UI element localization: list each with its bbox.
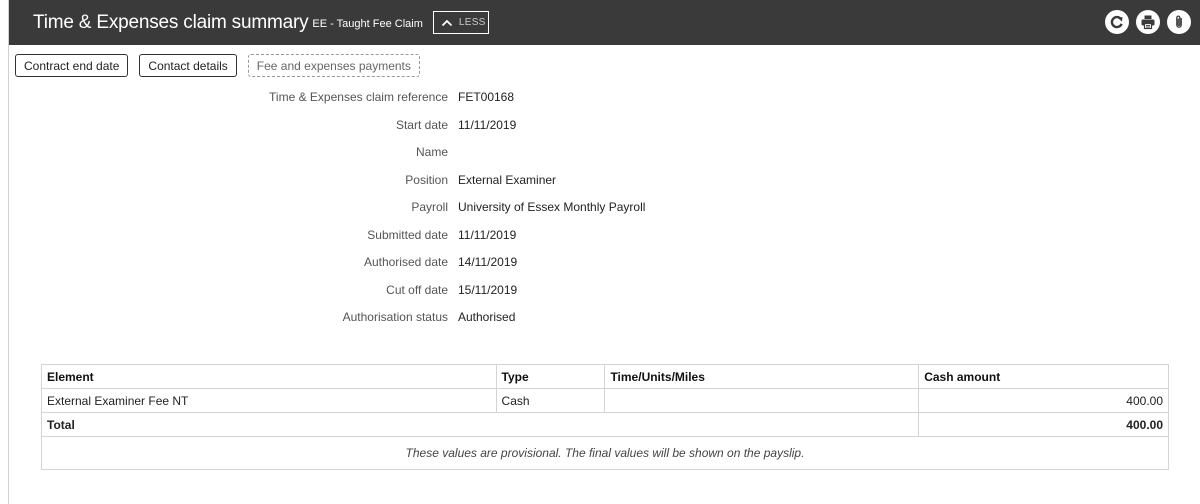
detail-row-cut-off-date: Cut off date 15/11/2019 <box>9 283 909 311</box>
header-actions <box>1105 10 1191 34</box>
detail-value: 11/11/2019 <box>458 227 517 242</box>
claim-summary-panel: Time & Expenses claim summary EE - Taugh… <box>8 0 1200 504</box>
detail-value: 11/11/2019 <box>458 117 517 132</box>
detail-value: External Examiner <box>458 172 557 187</box>
claim-details: Time & Expenses claim reference FET00168… <box>9 90 909 338</box>
less-label: LESS <box>458 17 486 28</box>
column-header-cash-amount: Cash amount <box>918 364 1169 389</box>
chevron-up-icon <box>441 19 453 26</box>
panel-header: Time & Expenses claim summary EE - Taugh… <box>9 0 1200 45</box>
detail-label: Cut off date <box>386 282 448 297</box>
detail-label: Submitted date <box>367 227 448 242</box>
detail-label: Authorisation status <box>342 310 448 324</box>
detail-row-submitted-date: Submitted date 11/11/2019 <box>9 228 909 256</box>
detail-value: FET00168 <box>458 90 515 104</box>
detail-row-payroll: Payroll University of Essex Monthly Payr… <box>9 200 909 228</box>
cell-units <box>604 388 920 413</box>
tab-fee-and-expenses-payments[interactable]: Fee and expenses payments <box>247 54 420 77</box>
attachment-icon[interactable] <box>1167 10 1191 34</box>
cell-element: External Examiner Fee NT <box>41 388 497 413</box>
less-toggle-button[interactable]: LESS <box>432 11 489 34</box>
column-header-element: Element <box>41 364 497 389</box>
detail-label: Position <box>405 172 448 187</box>
detail-row-authorised-date: Authorised date 14/11/2019 <box>9 255 909 283</box>
table-row: External Examiner Fee NT Cash 400.00 <box>41 388 1169 413</box>
refresh-icon[interactable] <box>1105 10 1129 34</box>
table-header-row: Element Type Time/Units/Miles Cash amoun… <box>41 364 1169 389</box>
total-row: Total 400.00 <box>40 412 1169 437</box>
detail-label: Name <box>415 145 448 159</box>
detail-value: University of Essex Monthly Payroll <box>458 200 646 214</box>
provisional-note: These values are provisional. The final … <box>41 436 1169 470</box>
tab-contact-details[interactable]: Contact details <box>139 54 237 77</box>
detail-label: Payroll <box>411 200 448 214</box>
detail-label: Authorised date <box>363 255 448 269</box>
detail-label: Start date <box>395 117 448 132</box>
detail-value: 15/11/2019 <box>458 282 518 297</box>
claim-elements-table: Element Type Time/Units/Miles Cash amoun… <box>40 364 1169 470</box>
column-header-type: Type <box>495 364 606 389</box>
total-value: 400.00 <box>918 412 1169 437</box>
detail-row-authorisation-status: Authorisation status Authorised <box>9 310 909 338</box>
page-title: Time & Expenses claim summary <box>33 11 309 33</box>
detail-value: 14/11/2019 <box>458 255 518 269</box>
cell-cash-amount: 400.00 <box>918 388 1169 413</box>
detail-row-position: Position External Examiner <box>9 173 909 201</box>
detail-label: Time & Expenses claim reference <box>269 90 448 104</box>
detail-row-claim-reference: Time & Expenses claim reference FET00168 <box>9 90 909 118</box>
total-label: Total <box>40 412 920 437</box>
detail-row-start-date: Start date 11/11/2019 <box>9 118 909 146</box>
section-tabs: Contract end date Contact details Fee an… <box>15 54 420 77</box>
print-icon[interactable] <box>1136 10 1160 34</box>
detail-row-name: Name <box>9 145 909 173</box>
cell-type: Cash <box>495 388 606 413</box>
claim-type-subtitle: EE - Taught Fee Claim <box>312 18 423 30</box>
column-header-time-units-miles: Time/Units/Miles <box>604 364 920 389</box>
tab-contract-end-date[interactable]: Contract end date <box>15 54 129 77</box>
note-row: These values are provisional. The final … <box>41 436 1169 470</box>
detail-value: Authorised <box>458 310 516 324</box>
